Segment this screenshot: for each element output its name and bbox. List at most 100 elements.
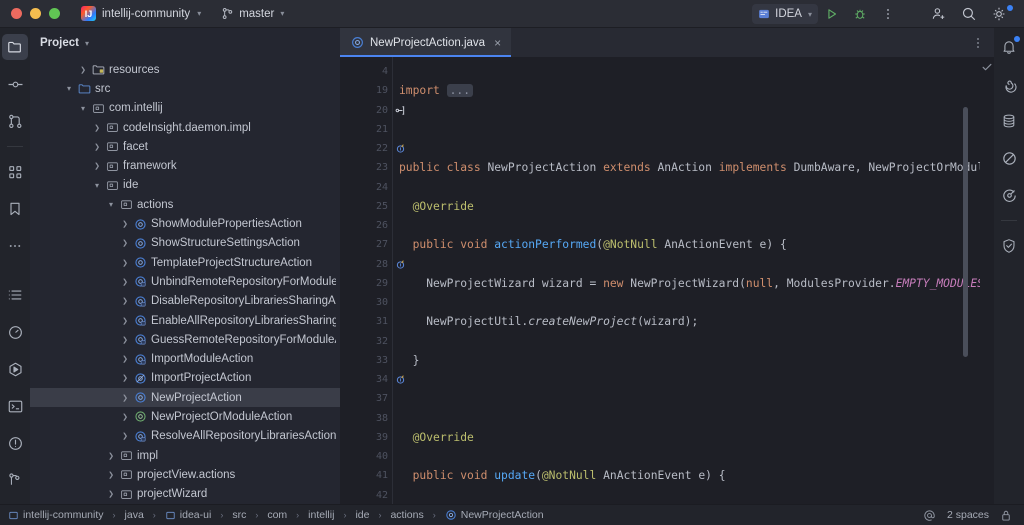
tree-item-guessremoterepositoryformoduleaction[interactable]: ❯GuessRemoteRepositoryForModuleAction — [30, 330, 340, 349]
sidebar-item-profiler[interactable] — [2, 319, 28, 345]
gutter-line-4[interactable]: 4 — [340, 62, 392, 81]
close-window-button[interactable] — [11, 8, 22, 19]
gutter-line-27[interactable]: 27 — [340, 235, 392, 254]
sidebar-item-bookmarks[interactable] — [2, 196, 28, 222]
breadcrumb-item-intellij-community[interactable]: intellij-community — [8, 509, 104, 521]
sidebar-item-ai-assistant[interactable] — [996, 71, 1022, 97]
gutter-line-31[interactable]: 31 — [340, 312, 392, 331]
sidebar-item-version-control[interactable] — [2, 467, 28, 493]
sidebar-item-terminal[interactable] — [2, 393, 28, 419]
chevron-right-icon[interactable]: ❯ — [120, 394, 130, 402]
gutter-line-26[interactable]: 26 — [340, 216, 392, 235]
chevron-right-icon[interactable]: ❯ — [120, 297, 130, 305]
breadcrumb[interactable]: intellij-community›java›idea-ui›src›com›… — [8, 509, 544, 521]
chevron-right-icon[interactable]: ❯ — [106, 490, 116, 498]
search-everywhere-button[interactable] — [954, 4, 984, 24]
chevron-down-icon[interactable]: ▾ — [85, 39, 89, 48]
chevron-right-icon[interactable]: ❯ — [106, 471, 116, 479]
tree-item-importmoduleaction[interactable]: ❯ImportModuleAction — [30, 349, 340, 368]
chevron-right-icon[interactable]: ❯ — [120, 278, 130, 286]
at-icon[interactable] — [923, 509, 936, 522]
sidebar-item-more[interactable] — [2, 233, 28, 259]
inspection-strip[interactable] — [980, 57, 994, 504]
lock-icon[interactable] — [1000, 509, 1012, 522]
chevron-down-icon[interactable]: ▾ — [106, 200, 116, 209]
gutter-line-41[interactable]: 41 — [340, 466, 392, 485]
gutter-line-39[interactable]: 39 — [340, 428, 392, 447]
chevron-right-icon[interactable]: ❯ — [92, 124, 102, 132]
debug-button[interactable] — [846, 4, 874, 24]
sidebar-item-gradle[interactable] — [996, 145, 1022, 171]
folded-imports[interactable]: ... — [447, 84, 473, 97]
sidebar-item-structure[interactable] — [2, 159, 28, 185]
project-tree[interactable]: ❯resources▾src▾com.intellij❯codeInsight.… — [30, 58, 340, 504]
chevron-right-icon[interactable]: ❯ — [120, 336, 130, 344]
chevron-right-icon[interactable]: ❯ — [92, 143, 102, 151]
sidebar-item-project[interactable] — [2, 34, 28, 60]
code-editor[interactable]: 4192021222324252627282930313233343738394… — [340, 57, 994, 504]
project-selector[interactable]: IJ intellij-community ▾ — [81, 6, 201, 21]
chevron-down-icon[interactable]: ▾ — [64, 84, 74, 93]
chevron-right-icon[interactable]: ❯ — [120, 317, 130, 325]
gutter-line-37[interactable]: 37 — [340, 389, 392, 408]
tree-item-codeinsight-daemon-impl[interactable]: ❯codeInsight.daemon.impl — [30, 118, 340, 137]
tree-item-newprojectormoduleaction[interactable]: ❯NewProjectOrModuleAction — [30, 407, 340, 426]
close-icon[interactable]: × — [494, 36, 501, 50]
chevron-down-icon[interactable]: ▾ — [92, 181, 102, 190]
tree-item-enableallrepositorylibrariessharing[interactable]: ❯EnableAllRepositoryLibrariesSharing — [30, 311, 340, 330]
breadcrumb-item-idea-ui[interactable]: idea-ui — [165, 509, 212, 521]
gutter-line-38[interactable]: 38 — [340, 409, 392, 428]
tree-item-newprojectaction[interactable]: ❯NewProjectAction — [30, 388, 340, 407]
tree-item-framework[interactable]: ❯framework — [30, 156, 340, 175]
tree-item-ide[interactable]: ▾ide — [30, 176, 340, 195]
chevron-right-icon[interactable]: ❯ — [120, 432, 130, 440]
gutter-line-42[interactable]: 42 — [340, 486, 392, 505]
chevron-right-icon[interactable]: ❯ — [120, 374, 130, 382]
tree-item-com-intellij[interactable]: ▾com.intellij — [30, 99, 340, 118]
tree-item-resources[interactable]: ❯resources — [30, 60, 340, 79]
more-vertical-icon[interactable] — [971, 36, 985, 50]
settings-gear-icon[interactable] — [984, 4, 1014, 24]
tree-item-disablerepositorylibrariessharingaction[interactable]: ❯DisableRepositoryLibrariesSharingAction — [30, 292, 340, 311]
tree-item-templateprojectstructureaction[interactable]: ❯TemplateProjectStructureAction — [30, 253, 340, 272]
chevron-down-icon[interactable]: ▾ — [78, 104, 88, 113]
chevron-right-icon[interactable]: ❯ — [106, 452, 116, 460]
chevron-right-icon[interactable]: ❯ — [92, 162, 102, 170]
tree-item-facet[interactable]: ❯facet — [30, 137, 340, 156]
breadcrumb-item-java[interactable]: java — [125, 509, 144, 521]
sidebar-item-todo[interactable] — [2, 282, 28, 308]
gutter-line-32[interactable]: 32 — [340, 332, 392, 351]
chevron-right-icon[interactable]: ❯ — [120, 220, 130, 228]
gutter-line-23[interactable]: 23 — [340, 158, 392, 177]
tree-item-projectview-actions[interactable]: ❯projectView.actions — [30, 465, 340, 484]
gutter-line-24[interactable]: 24 — [340, 178, 392, 197]
gutter-line-34[interactable]: 34 — [340, 370, 392, 389]
chevron-right-icon[interactable]: ❯ — [120, 413, 130, 421]
sidebar-item-endpoints[interactable] — [996, 182, 1022, 208]
editor-scrollbar-thumb[interactable] — [963, 107, 968, 357]
maximize-window-button[interactable] — [49, 8, 60, 19]
gutter-line-21[interactable]: 21 — [340, 120, 392, 139]
chevron-right-icon[interactable]: ❯ — [120, 239, 130, 247]
gutter-line-33[interactable]: 33 — [340, 351, 392, 370]
breadcrumb-item-actions[interactable]: actions — [390, 509, 423, 521]
sidebar-item-problems[interactable] — [2, 430, 28, 456]
breadcrumb-item-com[interactable]: com — [267, 509, 287, 521]
gutter-line-25[interactable]: 25 — [340, 197, 392, 216]
tree-item-projectwizard[interactable]: ❯projectWizard — [30, 485, 340, 504]
account-button[interactable] — [924, 4, 954, 24]
sidebar-item-pull-requests[interactable] — [2, 108, 28, 134]
chevron-right-icon[interactable]: ❯ — [120, 355, 130, 363]
sidebar-item-commit[interactable] — [2, 71, 28, 97]
breadcrumb-item-ide[interactable]: ide — [355, 509, 369, 521]
tree-item-actions[interactable]: ▾actions — [30, 195, 340, 214]
tab-new-project-action[interactable]: NewProjectAction.java × — [340, 28, 511, 57]
tree-item-showmodulepropertiesaction[interactable]: ❯ShowModulePropertiesAction — [30, 214, 340, 233]
breadcrumb-item-newprojectaction[interactable]: NewProjectAction — [445, 509, 544, 521]
tree-item-src[interactable]: ▾src — [30, 79, 340, 98]
chevron-right-icon[interactable]: ❯ — [78, 66, 88, 74]
sidebar-item-run[interactable] — [2, 356, 28, 382]
vcs-branch-selector[interactable]: master ▾ — [221, 7, 284, 20]
gutter-line-30[interactable]: 30 — [340, 293, 392, 312]
tree-item-resolveallrepositorylibrariesaction[interactable]: ❯ResolveAllRepositoryLibrariesAction — [30, 427, 340, 446]
